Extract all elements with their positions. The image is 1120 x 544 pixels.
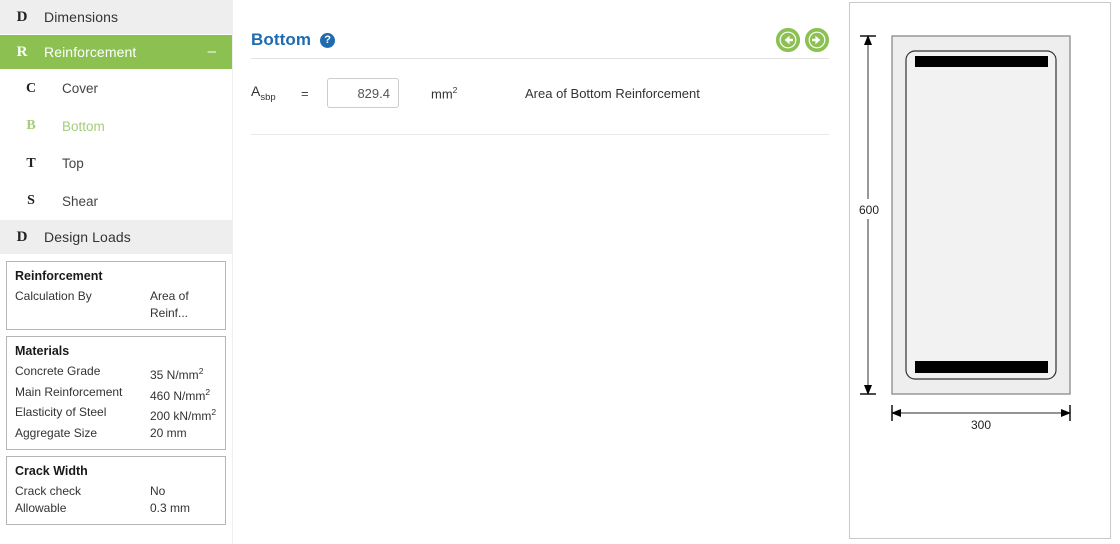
form-divider (251, 134, 829, 135)
info-row: Main Reinforcement 460 N/mm2 (15, 384, 217, 405)
info-card-title: Materials (15, 344, 70, 358)
help-icon[interactable]: ? (320, 32, 336, 48)
info-key: Elasticity of Steel (15, 405, 107, 419)
info-key: Concrete Grade (15, 364, 101, 378)
cross-section-diagram-panel: 600 300 (849, 2, 1111, 539)
info-value-sup: 2 (198, 366, 204, 376)
info-row: Crack check No (15, 483, 217, 500)
info-card-title: Reinforcement (15, 269, 103, 283)
arrow-right-icon (805, 28, 829, 52)
reinforcement-letter-icon: R (16, 43, 28, 60)
info-card-crack-width: Crack Width Crack check No Allowable 0.3… (6, 456, 226, 525)
info-row: Elasticity of Steel 200 kN/mm2 (15, 404, 217, 425)
sidebar-item-label-shear: Shear (62, 193, 99, 209)
dimensions-letter-icon: D (16, 8, 28, 25)
page-title: Bottom (251, 30, 312, 49)
field-symbol: Asbp (251, 83, 301, 103)
info-card-materials: Materials Concrete Grade 35 N/mm2 Main R… (6, 336, 226, 450)
info-key: Crack check (15, 484, 82, 498)
main-content: Bottom ? Asbp = 829.4 mm2 Area of Bottom… (233, 0, 849, 544)
top-reinforcement-bar (915, 56, 1048, 67)
stirrup-outline (905, 50, 1057, 380)
info-row: Concrete Grade 35 N/mm2 (15, 363, 217, 384)
shear-letter-icon: S (27, 193, 35, 209)
sidebar-group-label-reinforcement: Reinforcement (44, 44, 137, 60)
top-letter-icon: T (26, 155, 36, 171)
info-row: Calculation By Area of Reinf... (15, 288, 217, 321)
beam-cross-section-svg: 600 300 (854, 35, 1071, 432)
info-value: 460 N/mm2 (150, 384, 217, 405)
design-loads-letter-icon: D (16, 228, 28, 245)
info-value-line1: Area of (150, 289, 189, 303)
sidebar-item-bottom[interactable]: B Bottom (0, 107, 232, 145)
arrow-left-icon (776, 28, 800, 52)
previous-button[interactable] (776, 28, 800, 52)
sidebar-item-label-top: Top (62, 156, 84, 172)
application-root: D Dimensions R Reinforcement – C Cover B… (0, 0, 1120, 544)
header-divider (251, 58, 829, 59)
info-row: Allowable 0.3 mm (15, 500, 217, 517)
field-unit: mm2 (431, 85, 515, 101)
cover-letter-icon: C (25, 80, 37, 96)
info-value-sup: 2 (211, 407, 217, 417)
sidebar-group-dimensions[interactable]: D Dimensions (0, 0, 232, 35)
nav-arrows (776, 28, 829, 52)
info-value: Area of Reinf... (150, 288, 217, 321)
info-value: 20 mm (150, 425, 187, 440)
width-dimension-label: 300 (971, 418, 991, 432)
collapse-toggle-icon[interactable]: – (208, 44, 216, 59)
sidebar: D Dimensions R Reinforcement – C Cover B… (0, 0, 233, 544)
info-card-reinforcement: Reinforcement Calculation By Area of Rei… (6, 261, 226, 330)
sidebar-item-shear[interactable]: S Shear (0, 182, 232, 220)
info-value-text: 200 kN/mm (150, 409, 212, 423)
info-value: 0.3 mm (150, 500, 191, 515)
bottom-reinforcement-bar (915, 361, 1048, 373)
info-key: Aggregate Size (15, 425, 98, 440)
height-dimension: 600 (854, 35, 884, 395)
field-symbol-subscript: sbp (260, 91, 276, 103)
info-value-text: 460 N/mm (150, 388, 206, 403)
info-key: Calculation By (15, 289, 92, 303)
info-value: 200 kN/mm2 (150, 404, 217, 425)
info-value-text: 35 N/mm (150, 368, 199, 382)
sidebar-group-label-design-loads: Design Loads (44, 229, 131, 245)
next-button[interactable] (805, 28, 829, 52)
field-unit-text: mm (431, 86, 453, 102)
info-key: Allowable (15, 500, 67, 515)
info-value-sup: 2 (205, 386, 211, 397)
field-unit-sup: 2 (452, 84, 458, 95)
sidebar-group-design-loads[interactable]: D Design Loads (0, 220, 232, 255)
bottom-letter-icon: B (26, 118, 36, 134)
equals-sign: = (301, 85, 309, 101)
sidebar-item-top[interactable]: T Top (0, 145, 232, 183)
width-dimension: 300 (891, 405, 1071, 432)
height-dimension-label: 600 (859, 203, 879, 217)
sidebar-item-label-cover: Cover (62, 81, 99, 97)
field-symbol-base: A (251, 83, 261, 100)
sidebar-group-reinforcement[interactable]: R Reinforcement – (0, 35, 232, 70)
info-value: No (150, 484, 166, 498)
sidebar-group-label-dimensions: Dimensions (44, 9, 119, 25)
info-key: Main Reinforcement (15, 384, 123, 399)
info-value-line2: Reinf... (150, 305, 189, 320)
field-description: Area of Bottom Reinforcement (525, 85, 700, 101)
area-bottom-reinforcement-input[interactable] (327, 78, 399, 108)
info-row: Aggregate Size 20 mm (15, 425, 217, 442)
info-value: 35 N/mm2 (150, 363, 217, 384)
page-header: Bottom ? (251, 24, 829, 56)
sidebar-item-cover[interactable]: C Cover (0, 70, 232, 108)
info-card-title: Crack Width (15, 464, 88, 478)
sidebar-item-label-bottom: Bottom (62, 118, 105, 134)
form-row-area-bottom-reinforcement: Asbp = mm2 Area of Bottom Reinforcement (251, 74, 829, 112)
